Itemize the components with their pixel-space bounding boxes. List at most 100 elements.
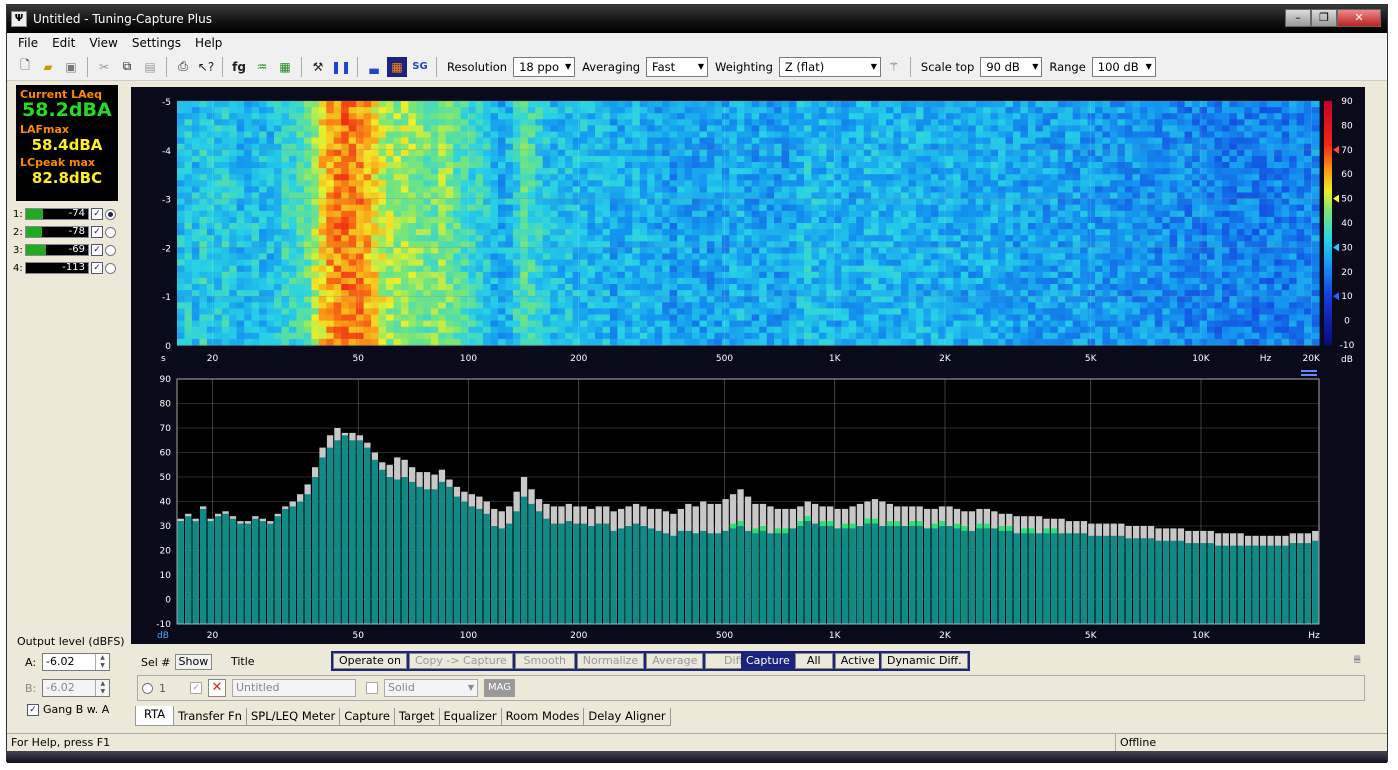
channel-enable-checkbox[interactable]: ✓ <box>91 226 103 238</box>
channel-select-radio[interactable] <box>105 262 116 274</box>
spectrogram-cell <box>311 180 320 187</box>
output-a-stepper[interactable]: -6.02 ▲ ▼ <box>42 653 111 671</box>
pause-icon[interactable]: ❚❚ <box>331 57 351 77</box>
help-pointer-icon[interactable]: ↖? <box>196 57 216 77</box>
close-button[interactable]: ✕ <box>1337 9 1381 27</box>
spectrogram-cell <box>639 332 648 340</box>
channel-enable-checkbox[interactable]: ✓ <box>91 244 103 256</box>
print-icon[interactable]: ⎙ <box>173 57 193 77</box>
spectrogram-cell <box>512 155 521 163</box>
spectrogram-cell <box>886 107 895 114</box>
channel-select-radio[interactable] <box>105 226 116 238</box>
rta-view-icon[interactable]: ▃ <box>364 57 384 77</box>
spectrogram-cell <box>580 168 589 175</box>
minimize-button[interactable]: – <box>1285 9 1311 27</box>
spectrogram-cell <box>804 253 813 261</box>
spectrogram-cell <box>975 216 984 224</box>
spectrogram-cell <box>781 284 790 291</box>
capture-icon[interactable]: ▦ <box>275 57 295 77</box>
averaging-select[interactable]: Fast ▼ <box>646 56 709 77</box>
gang-checkbox[interactable]: ✓ <box>27 703 39 716</box>
spectrogram-cell <box>460 101 469 108</box>
spectrogram-cell <box>1013 247 1022 255</box>
spectrogram-cell <box>968 265 977 273</box>
spectrogram-view-icon[interactable]: ▦ <box>387 56 407 77</box>
spectrogram-cell <box>468 168 477 175</box>
spectrogram-cell <box>1027 119 1036 126</box>
spectrogram-cell <box>706 290 715 297</box>
spectrogram-cell <box>990 296 999 303</box>
spectrogram-cell <box>557 338 566 346</box>
open-folder-icon[interactable]: ▰ <box>38 57 58 77</box>
spectrogram-cell <box>908 296 917 303</box>
spectrogram-cell <box>505 247 514 255</box>
scale-top-select[interactable]: 90 dB ▼ <box>980 56 1043 77</box>
range-select[interactable]: 100 dB ▼ <box>1091 56 1156 77</box>
spectrogram-cell <box>833 204 842 212</box>
spectrogram-cell <box>692 131 701 139</box>
spectrogram-cell <box>886 223 895 230</box>
wand-icon[interactable]: ⚚ <box>884 57 904 77</box>
paste-icon[interactable]: ▤ <box>140 57 160 77</box>
spectrogram-cell <box>998 302 1007 309</box>
fg-icon[interactable]: fg <box>229 57 249 77</box>
spectrogram-cell <box>639 210 648 218</box>
spectrogram-cell <box>303 155 312 163</box>
spectrogram-cell <box>468 253 477 261</box>
menu-view[interactable]: View <box>82 36 124 50</box>
menu-file[interactable]: File <box>11 36 45 50</box>
menu-help[interactable]: Help <box>188 36 229 50</box>
weighting-select[interactable]: Z (flat) ▼ <box>778 56 881 77</box>
spectrogram-cell <box>729 265 738 273</box>
spectrogram-cell <box>236 216 245 224</box>
spectrogram-cell <box>236 284 245 291</box>
tuning-fork-icon[interactable]: Ψ <box>11 11 27 27</box>
spectrogram-cell <box>527 284 536 291</box>
output-b-stepper[interactable]: -6.02 ▲ ▼ <box>42 679 111 697</box>
spectrogram-cell <box>527 265 536 273</box>
menu-settings[interactable]: Settings <box>125 36 188 50</box>
spectrogram-cell <box>639 204 648 212</box>
spectrogram-cell <box>811 168 820 175</box>
output-b-label: B: <box>25 681 37 695</box>
spectrogram-cell <box>430 326 439 334</box>
spectrogram-cell <box>796 204 805 212</box>
sg-icon[interactable]: SG <box>410 57 430 77</box>
maximize-button[interactable]: ❐ <box>1311 9 1337 27</box>
spectrogram-cell <box>1013 271 1022 279</box>
cut-icon[interactable]: ✂ <box>94 57 114 77</box>
spectrogram-plot[interactable]: -5-4-3-2-10s 20 50 100 200 500 1K 2K 5K 10K Hz 20K9… <box>131 87 1365 369</box>
spin-arrows-icon[interactable]: ▲ ▼ <box>95 654 109 670</box>
channel-select-radio[interactable] <box>105 244 116 256</box>
spectrogram-cell <box>796 241 805 248</box>
channel-enable-checkbox[interactable]: ✓ <box>91 208 103 220</box>
spectrogram-cell <box>669 338 678 346</box>
spin-arrows-icon[interactable]: ▲ ▼ <box>95 680 109 696</box>
spectrogram-cell <box>1027 338 1036 346</box>
spectrogram-cell <box>1050 296 1059 303</box>
spectrogram-cell <box>617 235 626 242</box>
spectrogram-cell <box>609 192 618 200</box>
save-icon[interactable]: ▣ <box>61 57 81 77</box>
spectrogram-cell <box>214 210 223 218</box>
spectrogram-cell <box>692 296 701 303</box>
new-file-icon[interactable]: 🗋 <box>15 57 35 77</box>
spectrogram-cell <box>998 198 1007 206</box>
copy-icon[interactable]: ⧉ <box>117 57 137 77</box>
spectrogram-cell <box>400 320 409 328</box>
spectrogram-cell <box>871 338 880 346</box>
spectrogram-cell <box>565 259 574 267</box>
spectrogram-cell <box>557 101 566 108</box>
spectrogram-cell <box>729 241 738 248</box>
spectrogram-cell <box>729 204 738 212</box>
generator-icon[interactable]: ♒ <box>252 57 272 77</box>
tools-icon[interactable]: ⚒ <box>308 57 328 77</box>
spectrogram-cell <box>789 107 798 114</box>
channel-enable-checkbox[interactable]: ✓ <box>91 262 103 274</box>
channel-select-radio[interactable] <box>105 208 116 220</box>
spectrogram-cell <box>550 277 559 285</box>
spectrogram-cell <box>706 210 715 218</box>
menu-edit[interactable]: Edit <box>45 36 82 50</box>
resolution-select[interactable]: 18 ppo ▼ <box>513 56 576 77</box>
spectrogram-cell <box>423 107 432 114</box>
